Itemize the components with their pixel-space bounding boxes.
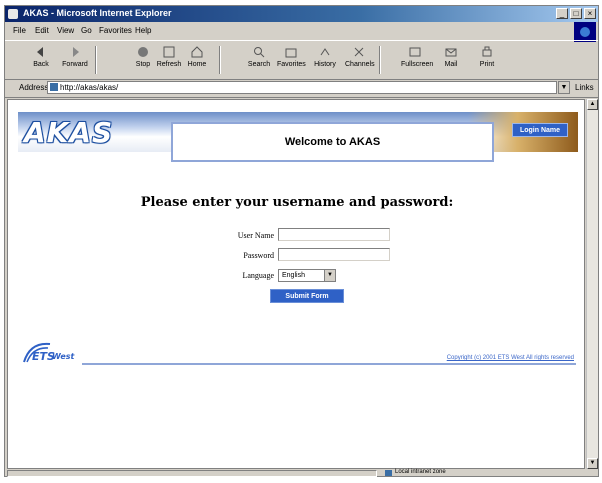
channels-button[interactable]: Channels	[345, 45, 375, 77]
favorites-label: Favorites	[277, 61, 306, 68]
fullscreen-label: Fullscreen	[401, 61, 434, 68]
forward-button[interactable]: Forward	[61, 45, 89, 77]
login-name-button[interactable]: Login Name	[512, 123, 568, 137]
home-label: Home	[187, 61, 207, 68]
home-button[interactable]: Home	[183, 45, 211, 77]
window-controls: _ □ ×	[556, 8, 596, 19]
history-label: History	[314, 61, 336, 68]
mail-icon	[445, 48, 457, 57]
forward-arrow-icon	[73, 47, 79, 57]
stop-button[interactable]: Stop	[129, 45, 157, 77]
stop-icon	[138, 47, 148, 57]
forward-label: Forward	[62, 61, 88, 68]
search-icon	[254, 47, 265, 58]
search-label: Search	[247, 61, 271, 68]
links-button[interactable]: Links	[575, 83, 594, 92]
scroll-up-button[interactable]: ▲	[587, 99, 598, 110]
history-icon	[320, 48, 330, 56]
menu-bar: File Edit View Go Favorites Help	[5, 23, 598, 39]
submit-button[interactable]: Submit Form	[270, 289, 344, 303]
password-label: Password	[243, 251, 274, 260]
toolbar-separator	[95, 46, 97, 74]
channels-label: Channels	[345, 61, 375, 68]
browser-window: AKAS - Microsoft Internet Explorer _ □ ×…	[4, 5, 599, 477]
west-logo-text: West	[52, 352, 75, 361]
language-select[interactable]: English ▼	[278, 269, 336, 282]
menu-edit[interactable]: Edit	[35, 26, 49, 35]
print-icon	[482, 46, 492, 57]
ie-throbber-icon	[574, 22, 596, 42]
address-label: Address	[19, 83, 49, 92]
vertical-scrollbar[interactable]: ▲ ▼	[586, 99, 598, 469]
username-label: User Name	[237, 231, 274, 240]
username-row: User Name	[208, 228, 398, 244]
intranet-zone-icon	[385, 470, 392, 476]
window-title: AKAS - Microsoft Internet Explorer	[23, 8, 172, 18]
status-text-panel	[7, 470, 377, 477]
refresh-label: Refresh	[156, 61, 182, 68]
address-bar: Address http://akas/akas/ ▼ Links	[5, 79, 598, 98]
channels-icon	[354, 47, 364, 57]
scroll-down-button[interactable]: ▼	[587, 458, 598, 469]
close-button[interactable]: ×	[584, 8, 596, 19]
back-arrow-icon	[37, 47, 43, 57]
akas-logo: AKAS	[24, 116, 114, 149]
language-value: English	[282, 272, 305, 279]
username-field[interactable]	[278, 228, 390, 241]
mail-button[interactable]: Mail	[437, 45, 465, 77]
minimize-button[interactable]: _	[556, 8, 568, 19]
password-row: Password	[208, 248, 398, 264]
footer-divider	[82, 363, 576, 365]
language-row: Language English ▼	[208, 268, 398, 284]
menu-help[interactable]: Help	[135, 26, 151, 35]
status-bar: Local intranet zone	[5, 469, 598, 477]
favorites-button[interactable]: Favorites	[277, 45, 306, 77]
refresh-button[interactable]: Refresh	[155, 45, 183, 77]
address-input[interactable]: http://akas/akas/	[47, 81, 557, 94]
refresh-icon	[163, 46, 175, 58]
ie-app-icon	[8, 9, 18, 19]
password-field[interactable]	[278, 248, 390, 261]
address-dropdown-button[interactable]: ▼	[558, 81, 570, 94]
print-label: Print	[479, 61, 495, 68]
menu-go[interactable]: Go	[81, 26, 92, 35]
chevron-down-icon: ▼	[324, 270, 335, 281]
copyright-link[interactable]: Copyright (c) 2001 ETS West All rights r…	[447, 355, 574, 361]
home-icon	[191, 46, 203, 58]
title-bar: AKAS - Microsoft Internet Explorer _ □ ×	[5, 6, 598, 22]
print-button[interactable]: Print	[473, 45, 501, 77]
menu-file[interactable]: File	[13, 26, 26, 35]
welcome-box: Welcome to AKAS	[171, 122, 494, 162]
mail-label: Mail	[444, 61, 458, 68]
toolbar-separator	[379, 46, 381, 74]
stop-label: Stop	[135, 61, 151, 68]
page-content: AKAS Welcome to AKAS Login Name Please e…	[7, 99, 585, 469]
menu-view[interactable]: View	[57, 26, 74, 35]
toolbar-separator	[219, 46, 221, 74]
toolbar: Back Forward Stop Refresh Home Search Fa…	[5, 40, 598, 80]
page-title: Please enter your username and password:	[140, 195, 454, 210]
fullscreen-button[interactable]: Fullscreen	[401, 45, 434, 77]
ets-west-logo: ETS West	[22, 340, 74, 364]
search-button[interactable]: Search	[245, 45, 273, 77]
zone-text: Local intranet zone	[395, 469, 446, 475]
back-button[interactable]: Back	[27, 45, 55, 77]
favorites-icon	[285, 48, 297, 58]
fullscreen-icon	[409, 47, 421, 57]
history-button[interactable]: History	[311, 45, 339, 77]
maximize-button[interactable]: □	[570, 8, 582, 19]
language-label: Language	[242, 271, 274, 280]
page-icon	[50, 83, 58, 91]
menu-favorites[interactable]: Favorites	[99, 26, 132, 35]
back-label: Back	[33, 61, 49, 68]
